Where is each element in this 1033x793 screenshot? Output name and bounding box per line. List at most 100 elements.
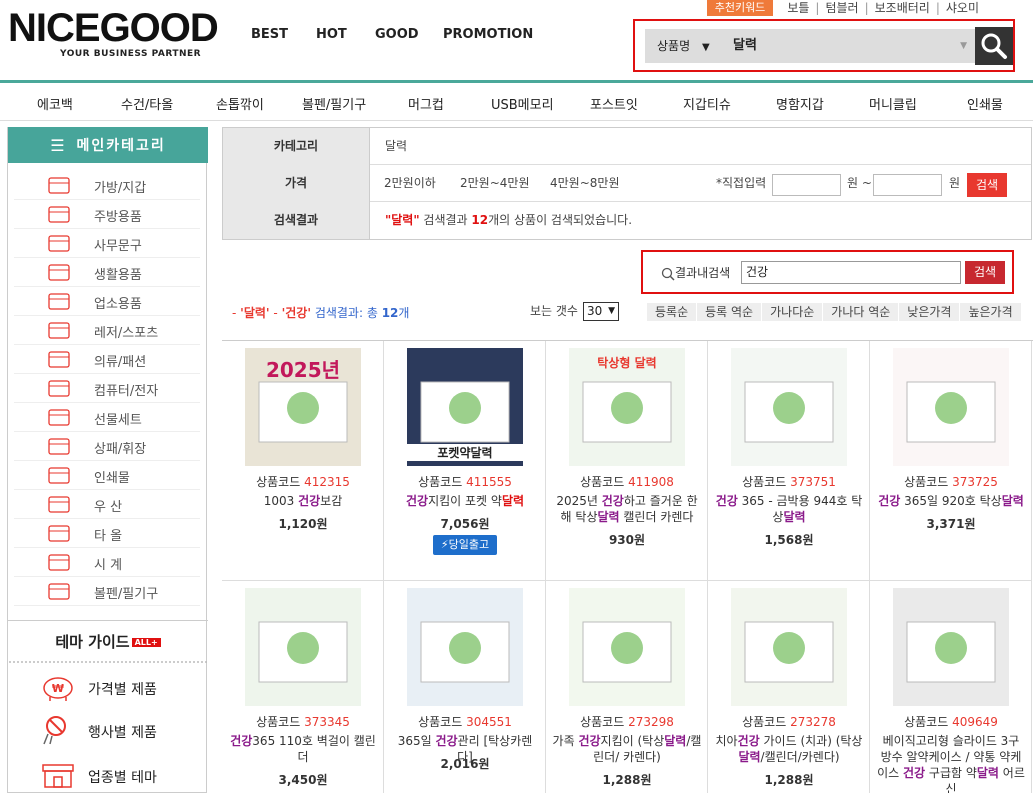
category-link[interactable]: USB메모리: [491, 94, 554, 113]
sort-option[interactable]: 낮은가격: [899, 303, 961, 321]
sidebar-category-store[interactable]: 업소용품: [14, 287, 200, 316]
keyword-link[interactable]: 보조배터리: [869, 1, 936, 15]
search-button[interactable]: [975, 27, 1013, 65]
sidebar-category-umbrella[interactable]: 우 산: [14, 490, 200, 519]
nav-promotion[interactable]: PROMOTION: [443, 27, 533, 42]
product-thumbnail[interactable]: [731, 348, 847, 466]
product-name[interactable]: 건강 365일 920호 탁상달력: [876, 493, 1026, 509]
category-link[interactable]: 손톱깎이: [216, 94, 264, 113]
product-card[interactable]: 상품코드 373345 건강365 110호 벽걸이 캘린더 3,450원: [222, 581, 384, 793]
sort-option[interactable]: 가나다순: [762, 303, 824, 321]
code-label: 상품코드: [904, 715, 949, 729]
sidebar-category-pc[interactable]: 컴퓨터/전자: [14, 374, 200, 403]
category-link[interactable]: 수건/타올: [121, 94, 173, 113]
query-term: "달력": [385, 213, 420, 227]
per-page-select[interactable]: 30 ▼: [583, 302, 619, 321]
product-name[interactable]: 2025년 건강하고 즐거운 한해 탁상달력 캘린더 카렌다: [552, 493, 702, 525]
name-segment: 365 110호 벽걸이 캘린더: [252, 734, 376, 764]
product-name[interactable]: 가족 건강지킴이 (탁상달력/캘린더/ 카렌다): [552, 733, 702, 765]
sort-option[interactable]: 등록 역순: [697, 303, 763, 321]
product-card[interactable]: 상품코드 373725 건강 365일 920호 탁상달력 3,371원: [870, 341, 1032, 581]
product-thumbnail[interactable]: [245, 588, 361, 706]
sidebar-category-clock[interactable]: 시 계: [14, 548, 200, 577]
sort-option[interactable]: 높은가격: [960, 303, 1022, 321]
sidebar-category-bag[interactable]: 가방/지갑: [14, 171, 200, 200]
direct-input-label: *직접입력: [716, 176, 767, 190]
category-link[interactable]: 머니클립: [869, 94, 917, 113]
product-card[interactable]: 상품코드 304551 365일 건강관리 [탁상카렌다] 2,016원: [384, 581, 546, 793]
sidebar-header[interactable]: ☰ 메인카테고리: [8, 127, 208, 163]
sidebar-category-clip[interactable]: 사무문구: [14, 229, 200, 258]
product-card[interactable]: 상품코드 409649 베이직고리형 슬라이드 3구 방수 알약케이스 / 약통 …: [870, 581, 1032, 793]
nav-best[interactable]: BEST: [251, 27, 288, 42]
category-link[interactable]: 머그컵: [408, 94, 444, 113]
logo[interactable]: NICEGOOD YOUR BUSINESS PARTNER: [8, 8, 228, 62]
nav-hot[interactable]: HOT: [316, 27, 347, 42]
search-input[interactable]: 달력 ▼: [729, 29, 975, 63]
keyword-link[interactable]: 텀블러: [819, 1, 864, 15]
sidebar-category-layers[interactable]: 타 올: [14, 519, 200, 548]
sort-options: 등록순 등록 역순 가나다순 가나다 역순 낮은가격 높은가격: [647, 303, 1022, 321]
product-thumbnail[interactable]: [731, 588, 847, 706]
product-card[interactable]: 탁상형 달력 상품코드 411908 2025년 건강하고 즐거운 한해 탁상달력 …: [546, 341, 708, 581]
gift-icon: [48, 409, 70, 426]
nav-good[interactable]: GOOD: [375, 27, 419, 42]
product-name[interactable]: 1003 건강보감: [228, 493, 378, 509]
theme-industry[interactable]: 업종별 테마: [8, 755, 208, 793]
product-name[interactable]: 건강365 110호 벽걸이 캘린더: [228, 733, 378, 765]
category-link[interactable]: 지갑티슈: [683, 94, 731, 113]
product-card[interactable]: 상품코드 273298 가족 건강지킴이 (탁상달력/캘린더/ 카렌다) 1,288…: [546, 581, 708, 793]
product-card[interactable]: 포켓약달력 상품코드 411555 건강지킴이 포켓 약달력 7,056원 ⚡당일출고: [384, 341, 546, 581]
product-thumbnail[interactable]: [893, 348, 1009, 466]
code-value: 411555: [466, 475, 512, 489]
sidebar-category-fork[interactable]: 주방용품: [14, 200, 200, 229]
sidebar-category-cal[interactable]: 생활용품: [14, 258, 200, 287]
all-badge[interactable]: ALL+: [131, 638, 161, 647]
price-max-input[interactable]: [873, 174, 942, 196]
sidebar-category-print[interactable]: 인쇄물: [14, 461, 200, 490]
shirt-icon: [48, 351, 70, 368]
product-code: 상품코드 373345: [222, 713, 384, 730]
product-name[interactable]: 건강 365 - 금박용 944호 탁상달력: [714, 493, 864, 525]
product-thumbnail[interactable]: [407, 588, 523, 706]
category-link[interactable]: 볼펜/필기구: [302, 94, 366, 113]
category-link[interactable]: 에코백: [37, 94, 73, 113]
sidebar-category-trophy[interactable]: 상패/휘장: [14, 432, 200, 461]
keyword-link[interactable]: 보틀: [781, 1, 815, 15]
theme-event[interactable]: 행사별 제품: [8, 710, 208, 750]
product-thumbnail[interactable]: [893, 588, 1009, 706]
code-label: 상품코드: [256, 475, 301, 489]
sidebar-category-gift[interactable]: 선물세트: [14, 403, 200, 432]
sidebar-category-pen[interactable]: 볼펜/필기구: [14, 577, 200, 606]
product-thumbnail[interactable]: 포켓약달력: [407, 348, 523, 466]
price-range-link[interactable]: 2만원이하: [384, 165, 436, 202]
name-segment: 달력: [783, 510, 806, 524]
product-name[interactable]: 치아건강 가이드 (치과) (탁상달력/캘린더/카렌다): [714, 733, 864, 765]
product-thumbnail[interactable]: 2025년: [245, 348, 361, 466]
product-thumbnail[interactable]: [569, 588, 685, 706]
category-link[interactable]: 포스트잇: [590, 94, 638, 113]
within-search-input[interactable]: 건강: [741, 261, 961, 284]
product-card[interactable]: 상품코드 373751 건강 365 - 금박용 944호 탁상달력 1,568원: [708, 341, 870, 581]
within-search-button[interactable]: 검색: [965, 261, 1005, 284]
product-card[interactable]: 2025년 상품코드 412315 1003 건강보감 1,120원: [222, 341, 384, 581]
product-thumbnail[interactable]: 탁상형 달력: [569, 348, 685, 466]
sidebar-category-skate[interactable]: 레저/스포츠: [14, 316, 200, 345]
sidebar-category-shirt[interactable]: 의류/패션: [14, 345, 200, 374]
keyword-link[interactable]: 샤오미: [940, 1, 985, 15]
theme-price[interactable]: ₩ 가격별 제품: [8, 667, 208, 707]
product-name[interactable]: 베이직고리형 슬라이드 3구 방수 알약케이스 / 약통 약케이스 건강 구급함…: [876, 733, 1026, 793]
sort-option[interactable]: 가나다 역순: [823, 303, 900, 321]
price-min-input[interactable]: [772, 174, 841, 196]
text: 검색결과: 총: [311, 306, 382, 320]
product-name[interactable]: 건강지킴이 포켓 약달력: [390, 493, 540, 509]
price-range-link[interactable]: 4만원~8만원: [550, 165, 620, 202]
category-link[interactable]: 인쇄물: [967, 94, 1003, 113]
sort-option[interactable]: 등록순: [647, 303, 698, 321]
product-card[interactable]: 상품코드 273278 치아건강 가이드 (치과) (탁상달력/캘린더/카렌다) 1…: [708, 581, 870, 793]
price-range-link[interactable]: 2만원~4만원: [460, 165, 530, 202]
search-type-select[interactable]: 상품명 ▼: [645, 29, 729, 63]
category-link[interactable]: 명함지갑: [776, 94, 824, 113]
price-search-button[interactable]: 검색: [967, 173, 1007, 197]
recommend-keyword-badge: 추천키워드: [706, 0, 774, 16]
